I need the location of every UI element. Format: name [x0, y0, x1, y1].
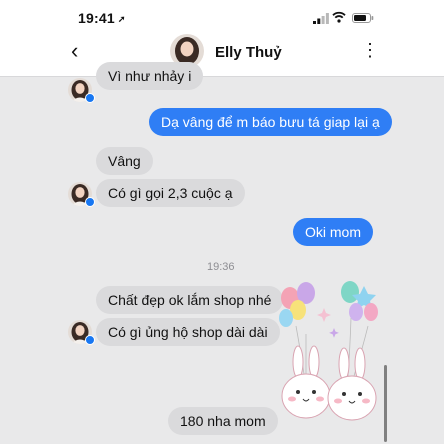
cellular-signal-icon	[313, 13, 329, 24]
location-arrow-icon: ➚	[117, 14, 126, 24]
contact-name[interactable]: Elly Thuỷ	[215, 44, 282, 61]
verified-badge-icon	[85, 93, 95, 103]
messenger-screen: 19:41 ➚ ‹ Elly Thuỷ ⋮ Vì như nhảy i Dạ v…	[0, 0, 444, 444]
message-timestamp: 19:36	[207, 261, 235, 273]
message-bubble-outgoing[interactable]: Dạ vâng để m báo bưu tá giap lại ạ	[149, 108, 392, 136]
message-bubble-incoming[interactable]: 180 nha mom	[168, 407, 278, 435]
bunny-balloons-sticker[interactable]	[276, 278, 380, 438]
message-bubble-incoming[interactable]: Có gì ủng hộ shop dài dài	[96, 318, 280, 346]
message-bubble-incoming[interactable]: Vì như nhảy i	[96, 62, 204, 90]
conversation-header: ‹ Elly Thuỷ ⋮	[0, 34, 444, 77]
message-bubble-incoming[interactable]: Vâng	[96, 147, 153, 175]
battery-icon	[352, 13, 374, 23]
back-button[interactable]: ‹	[71, 38, 78, 64]
scrollbar[interactable]	[384, 365, 387, 442]
message-bubble-outgoing[interactable]: Oki mom	[293, 218, 373, 246]
wifi-icon	[332, 11, 346, 23]
verified-badge-icon	[85, 335, 95, 345]
more-options-icon[interactable]: ⋮	[361, 40, 379, 61]
status-bar: 19:41 ➚	[0, 0, 444, 34]
verified-badge-icon	[85, 197, 95, 207]
message-bubble-incoming[interactable]: Có gì gọi 2,3 cuộc ạ	[96, 179, 245, 207]
message-bubble-incoming[interactable]: Chất đẹp ok lắm shop nhé	[96, 286, 284, 314]
status-time: 19:41 ➚	[78, 10, 126, 26]
